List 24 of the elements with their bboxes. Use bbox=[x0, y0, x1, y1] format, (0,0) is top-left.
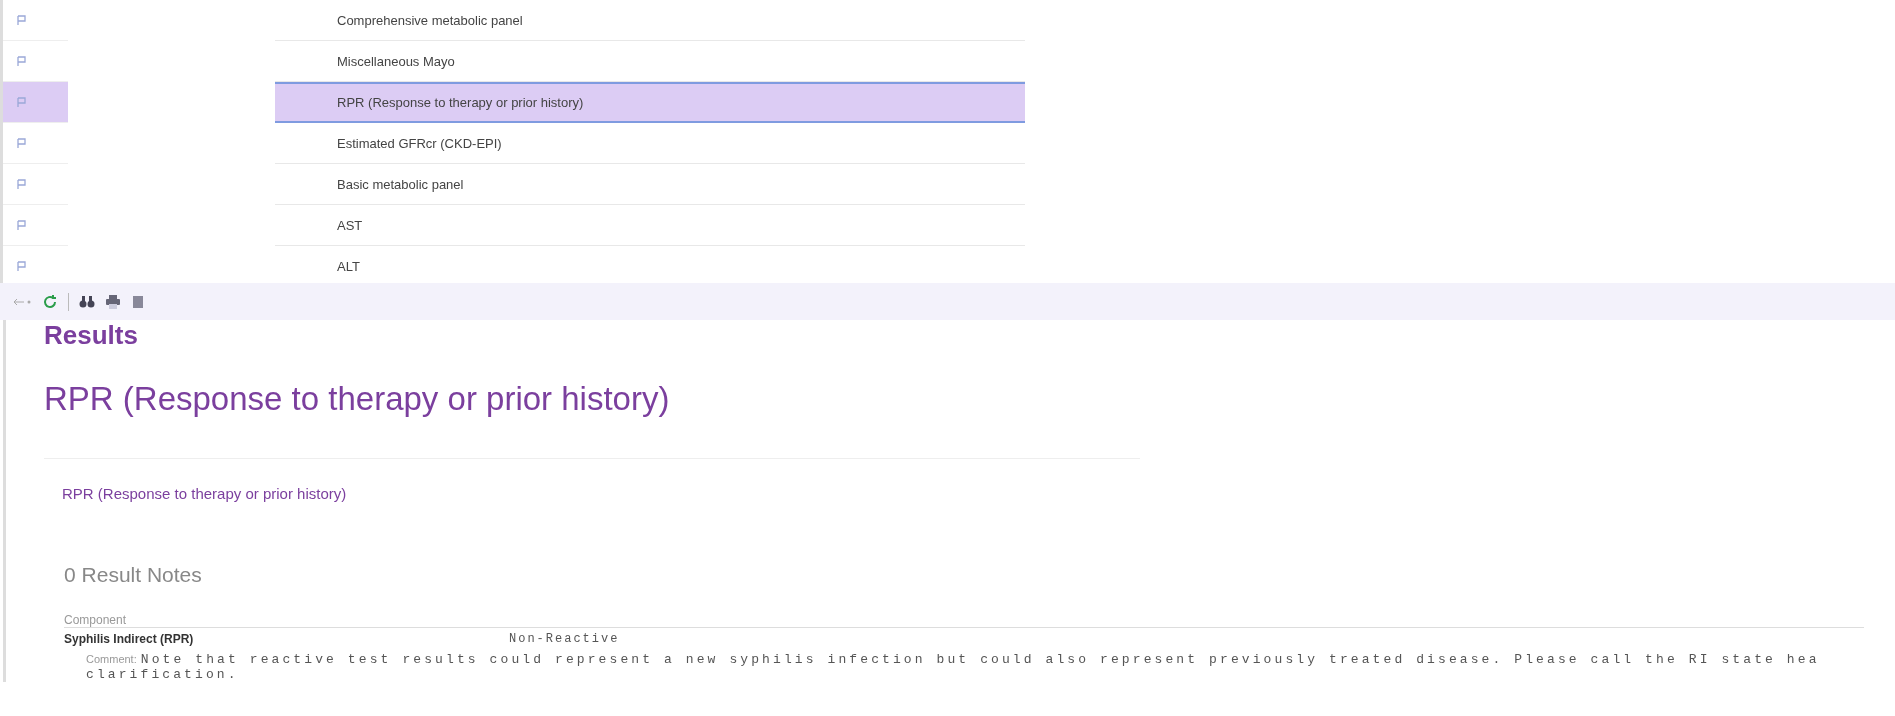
component-name: Syphilis Indirect (RPR) bbox=[64, 632, 195, 646]
flag-icon[interactable] bbox=[17, 97, 27, 107]
card-title: RPR (Response to therapy or prior history) bbox=[62, 485, 347, 502]
comment-text: clarification. bbox=[86, 667, 239, 682]
refresh-icon[interactable] bbox=[42, 293, 58, 310]
notes-count: 0 Result Notes bbox=[64, 563, 202, 586]
binoculars-icon[interactable] bbox=[79, 294, 95, 309]
component-value: Non-Reactive bbox=[509, 632, 621, 646]
flag-icon[interactable] bbox=[17, 179, 27, 189]
result-title: RPR (Response to therapy or prior history) bbox=[44, 380, 671, 418]
flag-icon[interactable] bbox=[17, 138, 27, 148]
document-icon[interactable] bbox=[131, 294, 145, 309]
comment-text: Note that reactive test results could represent a new syphilis infection but could also represent previously treated disease. Please call the RI state hea bbox=[140, 652, 1820, 667]
page-heading: Results bbox=[44, 320, 139, 350]
column-header: Component bbox=[64, 613, 1864, 628]
back-arrow-icon[interactable] bbox=[12, 296, 32, 307]
flag-icon[interactable] bbox=[17, 220, 27, 230]
flag-icon[interactable] bbox=[17, 15, 27, 25]
flag-icon[interactable] bbox=[17, 56, 27, 66]
flag-icon[interactable] bbox=[17, 261, 27, 271]
order-item[interactable]: RPR (Response to therapy or prior history) bbox=[275, 82, 1025, 123]
comment-label: Comment: bbox=[86, 653, 137, 665]
row-flag[interactable] bbox=[3, 82, 68, 123]
print-icon[interactable] bbox=[105, 294, 121, 309]
